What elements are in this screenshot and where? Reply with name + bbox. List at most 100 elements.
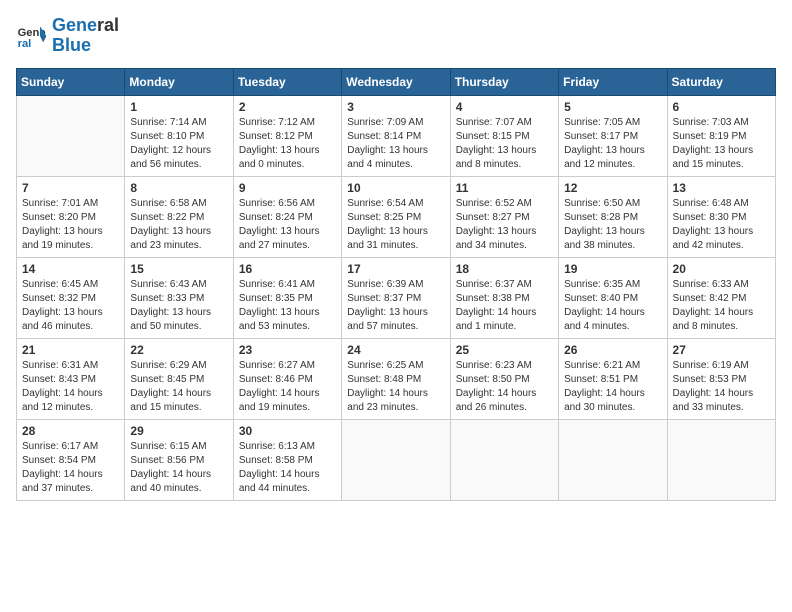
calendar-cell: 28 Sunrise: 6:17 AM Sunset: 8:54 PM Dayl…	[17, 419, 125, 500]
calendar-cell: 18 Sunrise: 6:37 AM Sunset: 8:38 PM Dayl…	[450, 257, 558, 338]
day-number: 28	[22, 424, 119, 438]
daylight-text: Daylight: 13 hours and 50 minutes.	[130, 306, 227, 334]
sunset-text: Sunset: 8:35 PM	[239, 292, 336, 306]
day-info: Sunrise: 6:27 AM Sunset: 8:46 PM Dayligh…	[239, 359, 336, 415]
calendar-week-row: 21 Sunrise: 6:31 AM Sunset: 8:43 PM Dayl…	[17, 338, 776, 419]
calendar-cell: 23 Sunrise: 6:27 AM Sunset: 8:46 PM Dayl…	[233, 338, 341, 419]
sunset-text: Sunset: 8:42 PM	[673, 292, 770, 306]
sunrise-text: Sunrise: 6:25 AM	[347, 359, 444, 373]
sunset-text: Sunset: 8:50 PM	[456, 373, 553, 387]
sunrise-text: Sunrise: 6:27 AM	[239, 359, 336, 373]
sunset-text: Sunset: 8:48 PM	[347, 373, 444, 387]
calendar-cell: 30 Sunrise: 6:13 AM Sunset: 8:58 PM Dayl…	[233, 419, 341, 500]
day-info: Sunrise: 6:21 AM Sunset: 8:51 PM Dayligh…	[564, 359, 661, 415]
sunset-text: Sunset: 8:56 PM	[130, 454, 227, 468]
sunset-text: Sunset: 8:25 PM	[347, 211, 444, 225]
calendar-cell: 27 Sunrise: 6:19 AM Sunset: 8:53 PM Dayl…	[667, 338, 775, 419]
calendar-cell: 20 Sunrise: 6:33 AM Sunset: 8:42 PM Dayl…	[667, 257, 775, 338]
calendar-cell: 6 Sunrise: 7:03 AM Sunset: 8:19 PM Dayli…	[667, 95, 775, 176]
sunrise-text: Sunrise: 6:54 AM	[347, 197, 444, 211]
day-number: 20	[673, 262, 770, 276]
day-info: Sunrise: 6:50 AM Sunset: 8:28 PM Dayligh…	[564, 197, 661, 253]
sunrise-text: Sunrise: 6:56 AM	[239, 197, 336, 211]
calendar-cell: 4 Sunrise: 7:07 AM Sunset: 8:15 PM Dayli…	[450, 95, 558, 176]
day-number: 9	[239, 181, 336, 195]
day-number: 16	[239, 262, 336, 276]
daylight-text: Daylight: 13 hours and 0 minutes.	[239, 144, 336, 172]
calendar-cell: 2 Sunrise: 7:12 AM Sunset: 8:12 PM Dayli…	[233, 95, 341, 176]
calendar-cell: 24 Sunrise: 6:25 AM Sunset: 8:48 PM Dayl…	[342, 338, 450, 419]
day-info: Sunrise: 6:17 AM Sunset: 8:54 PM Dayligh…	[22, 440, 119, 496]
day-number: 13	[673, 181, 770, 195]
sunrise-text: Sunrise: 7:07 AM	[456, 116, 553, 130]
sunrise-text: Sunrise: 6:29 AM	[130, 359, 227, 373]
calendar-cell: 3 Sunrise: 7:09 AM Sunset: 8:14 PM Dayli…	[342, 95, 450, 176]
day-info: Sunrise: 6:33 AM Sunset: 8:42 PM Dayligh…	[673, 278, 770, 334]
calendar-cell	[342, 419, 450, 500]
sunrise-text: Sunrise: 6:50 AM	[564, 197, 661, 211]
day-info: Sunrise: 6:52 AM Sunset: 8:27 PM Dayligh…	[456, 197, 553, 253]
day-info: Sunrise: 6:23 AM Sunset: 8:50 PM Dayligh…	[456, 359, 553, 415]
daylight-text: Daylight: 14 hours and 23 minutes.	[347, 387, 444, 415]
daylight-text: Daylight: 13 hours and 27 minutes.	[239, 225, 336, 253]
day-number: 12	[564, 181, 661, 195]
sunset-text: Sunset: 8:37 PM	[347, 292, 444, 306]
day-number: 30	[239, 424, 336, 438]
day-number: 17	[347, 262, 444, 276]
calendar-cell: 1 Sunrise: 7:14 AM Sunset: 8:10 PM Dayli…	[125, 95, 233, 176]
sunrise-text: Sunrise: 6:39 AM	[347, 278, 444, 292]
sunrise-text: Sunrise: 6:23 AM	[456, 359, 553, 373]
sunset-text: Sunset: 8:46 PM	[239, 373, 336, 387]
day-of-week-header: Monday	[125, 68, 233, 95]
sunset-text: Sunset: 8:10 PM	[130, 130, 227, 144]
calendar-cell: 19 Sunrise: 6:35 AM Sunset: 8:40 PM Dayl…	[559, 257, 667, 338]
day-info: Sunrise: 7:12 AM Sunset: 8:12 PM Dayligh…	[239, 116, 336, 172]
day-number: 11	[456, 181, 553, 195]
day-info: Sunrise: 7:14 AM Sunset: 8:10 PM Dayligh…	[130, 116, 227, 172]
sunrise-text: Sunrise: 6:33 AM	[673, 278, 770, 292]
day-of-week-header: Friday	[559, 68, 667, 95]
sunrise-text: Sunrise: 6:45 AM	[22, 278, 119, 292]
sunset-text: Sunset: 8:51 PM	[564, 373, 661, 387]
calendar-cell: 17 Sunrise: 6:39 AM Sunset: 8:37 PM Dayl…	[342, 257, 450, 338]
daylight-text: Daylight: 13 hours and 57 minutes.	[347, 306, 444, 334]
calendar-cell: 10 Sunrise: 6:54 AM Sunset: 8:25 PM Dayl…	[342, 176, 450, 257]
sunset-text: Sunset: 8:24 PM	[239, 211, 336, 225]
daylight-text: Daylight: 14 hours and 33 minutes.	[673, 387, 770, 415]
day-number: 15	[130, 262, 227, 276]
daylight-text: Daylight: 14 hours and 19 minutes.	[239, 387, 336, 415]
daylight-text: Daylight: 13 hours and 46 minutes.	[22, 306, 119, 334]
sunrise-text: Sunrise: 6:35 AM	[564, 278, 661, 292]
calendar-cell: 13 Sunrise: 6:48 AM Sunset: 8:30 PM Dayl…	[667, 176, 775, 257]
sunset-text: Sunset: 8:12 PM	[239, 130, 336, 144]
day-info: Sunrise: 6:19 AM Sunset: 8:53 PM Dayligh…	[673, 359, 770, 415]
calendar-cell	[450, 419, 558, 500]
calendar-week-row: 1 Sunrise: 7:14 AM Sunset: 8:10 PM Dayli…	[17, 95, 776, 176]
day-number: 1	[130, 100, 227, 114]
day-info: Sunrise: 6:45 AM Sunset: 8:32 PM Dayligh…	[22, 278, 119, 334]
day-info: Sunrise: 7:05 AM Sunset: 8:17 PM Dayligh…	[564, 116, 661, 172]
daylight-text: Daylight: 14 hours and 40 minutes.	[130, 468, 227, 496]
daylight-text: Daylight: 13 hours and 23 minutes.	[130, 225, 227, 253]
day-number: 14	[22, 262, 119, 276]
sunset-text: Sunset: 8:27 PM	[456, 211, 553, 225]
day-info: Sunrise: 6:15 AM Sunset: 8:56 PM Dayligh…	[130, 440, 227, 496]
day-info: Sunrise: 6:25 AM Sunset: 8:48 PM Dayligh…	[347, 359, 444, 415]
daylight-text: Daylight: 13 hours and 31 minutes.	[347, 225, 444, 253]
day-number: 7	[22, 181, 119, 195]
calendar-cell: 29 Sunrise: 6:15 AM Sunset: 8:56 PM Dayl…	[125, 419, 233, 500]
day-info: Sunrise: 6:54 AM Sunset: 8:25 PM Dayligh…	[347, 197, 444, 253]
daylight-text: Daylight: 14 hours and 37 minutes.	[22, 468, 119, 496]
day-number: 29	[130, 424, 227, 438]
sunset-text: Sunset: 8:33 PM	[130, 292, 227, 306]
sunset-text: Sunset: 8:30 PM	[673, 211, 770, 225]
calendar-cell	[17, 95, 125, 176]
day-info: Sunrise: 6:35 AM Sunset: 8:40 PM Dayligh…	[564, 278, 661, 334]
sunset-text: Sunset: 8:58 PM	[239, 454, 336, 468]
calendar-cell: 25 Sunrise: 6:23 AM Sunset: 8:50 PM Dayl…	[450, 338, 558, 419]
sunset-text: Sunset: 8:19 PM	[673, 130, 770, 144]
sunrise-text: Sunrise: 6:31 AM	[22, 359, 119, 373]
day-number: 8	[130, 181, 227, 195]
day-info: Sunrise: 7:01 AM Sunset: 8:20 PM Dayligh…	[22, 197, 119, 253]
day-number: 19	[564, 262, 661, 276]
